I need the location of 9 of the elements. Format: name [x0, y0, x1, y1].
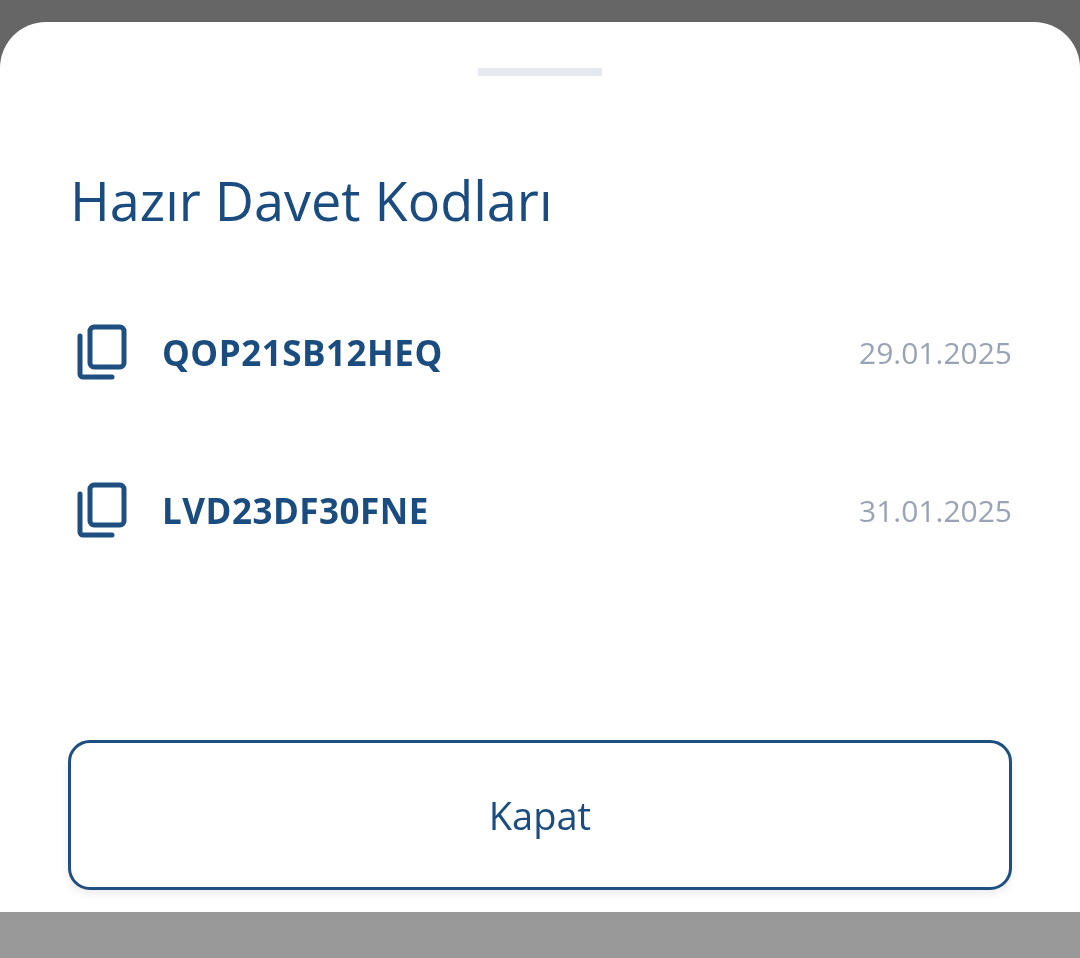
code-date: 29.01.2025: [859, 331, 1012, 373]
invite-code: LVD23DF30FNE: [162, 486, 429, 534]
invite-code: QOP21SB12HEQ: [162, 328, 443, 376]
copy-icon[interactable]: [76, 324, 128, 380]
close-button[interactable]: Kapat: [68, 740, 1012, 890]
drag-handle[interactable]: [478, 68, 602, 76]
sheet-title: Hazır Davet Kodları: [70, 170, 554, 230]
code-date: 31.01.2025: [859, 489, 1012, 531]
copy-icon[interactable]: [76, 482, 128, 538]
